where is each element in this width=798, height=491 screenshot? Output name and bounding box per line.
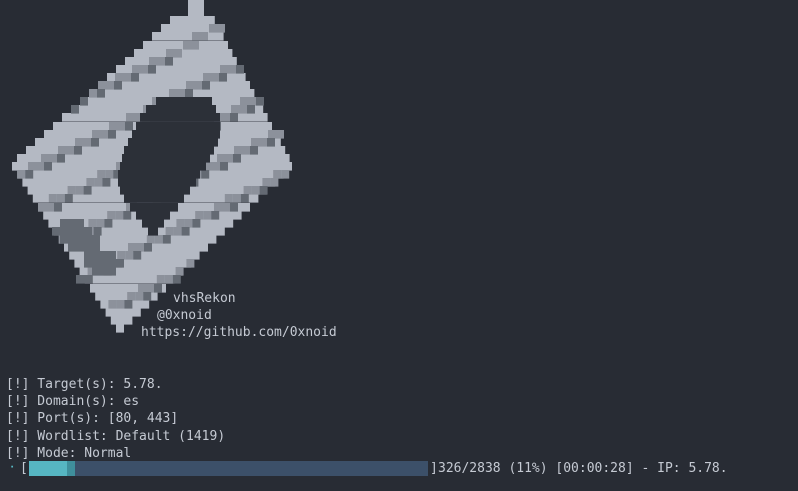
wordlist-line: [!] Wordlist: Default (1419)	[6, 428, 226, 444]
progress-row: ⠐ [ ] 326/2838 (11%) [00:00:28] - IP: 5.…	[6, 460, 796, 477]
target-line: [!] Target(s): 5.78.	[6, 377, 163, 392]
progress-bar-edge	[67, 461, 75, 476]
repo-link[interactable]: https://github.com/0xnoid	[141, 324, 337, 341]
spinner-icon: ⠐	[6, 461, 15, 475]
ports-line: [!] Port(s): [80, 443]	[6, 411, 179, 427]
progress-close-bracket: ]	[430, 461, 438, 476]
tool-name: vhsRekon	[173, 291, 236, 306]
progress-bar-fill	[29, 461, 67, 476]
progress-bar	[29, 461, 428, 476]
author-handle: @0xnoid	[157, 308, 212, 323]
progress-status: 326/2838 (11%) [00:00:28] - IP: 5.78.	[438, 461, 728, 476]
progress-open-bracket: [	[20, 461, 28, 476]
banner-credits: vhsRekon @0xnoid https://github.com/0xno…	[0, 290, 400, 350]
scan-info: [!] Target(s): 5.78. [!] Domain(s): es […	[6, 376, 225, 462]
domain-line: [!] Domain(s): es	[6, 394, 140, 410]
terminal-window: vhsRekon @0xnoid https://github.com/0xno…	[0, 0, 798, 491]
